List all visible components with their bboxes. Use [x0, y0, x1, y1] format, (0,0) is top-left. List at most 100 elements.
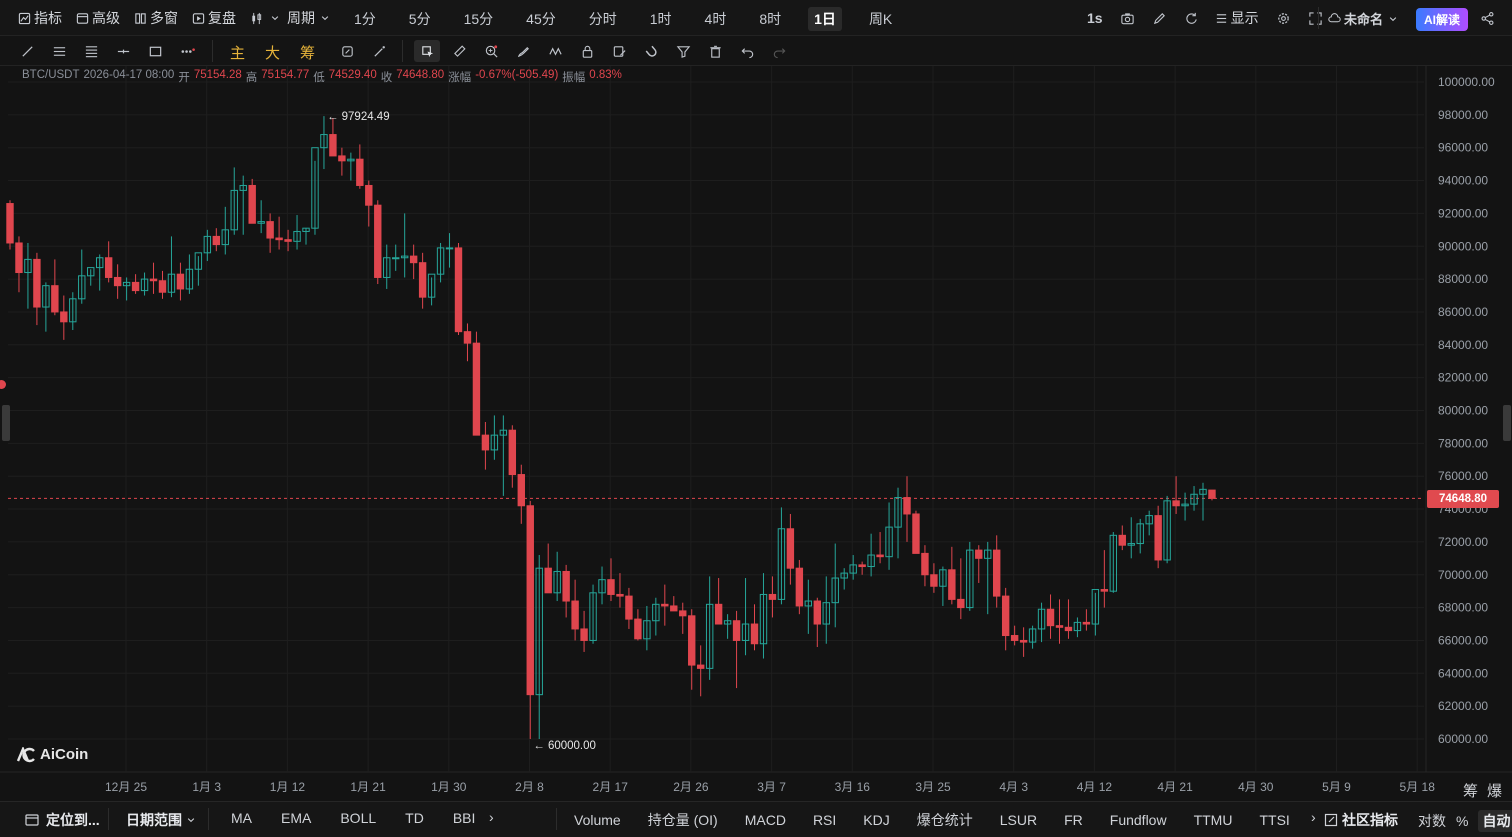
pattern-icon[interactable]: [542, 40, 568, 62]
horizontal-line-icon[interactable]: [110, 40, 136, 62]
candle-body: [993, 549, 1001, 597]
fullscreen-icon[interactable]: [1303, 7, 1329, 29]
period-option[interactable]: 15分: [458, 7, 500, 31]
main-indicator-toggle[interactable]: 主: [230, 42, 245, 63]
candlestick-chart[interactable]: 60000.00 62000.00 64000.00 66000.00 68000.00…: [0, 66, 1512, 801]
candle-body: [248, 184, 256, 224]
candle-body: [714, 603, 723, 625]
indicator-tab[interactable]: BOLL: [340, 810, 376, 826]
parallel-lines-icon[interactable]: [46, 40, 72, 62]
candle-body: [1118, 534, 1126, 546]
indicator-tab[interactable]: TD: [405, 810, 424, 826]
candle-body: [930, 574, 938, 587]
date-range-dropdown[interactable]: 日期范围: [126, 810, 182, 830]
fib-lines-icon[interactable]: [78, 40, 104, 62]
x-tick-label: 2月 8: [515, 780, 544, 794]
magnet-icon[interactable]: [638, 40, 664, 62]
display-button[interactable]: 显示: [1215, 8, 1259, 28]
period-option[interactable]: 1分: [348, 7, 382, 31]
period-option[interactable]: 周K: [863, 7, 898, 31]
advanced-button[interactable]: 高级: [76, 8, 120, 28]
liquidation-side-label[interactable]: 爆: [1487, 780, 1502, 801]
chip-side-label[interactable]: 筹: [1463, 780, 1478, 801]
magic-tool-icon[interactable]: [366, 40, 392, 62]
multiwindow-button[interactable]: 多窗: [134, 8, 178, 28]
more-tools-icon[interactable]: [174, 40, 200, 62]
auto-scale-toggle[interactable]: 自动: [1478, 810, 1512, 832]
rectangle-icon[interactable]: [142, 40, 168, 62]
candle-body: [732, 620, 741, 641]
settings-gear-icon[interactable]: [1271, 7, 1297, 29]
period-dropdown[interactable]: 周期: [287, 8, 330, 28]
layout-name: 未命名: [1344, 12, 1384, 27]
share-icon[interactable]: [1474, 7, 1500, 29]
period-option[interactable]: 4时: [699, 7, 733, 31]
candle-body: [1010, 635, 1019, 641]
indicator-tab[interactable]: MACD: [745, 812, 786, 828]
indicators-button[interactable]: 指标: [18, 8, 62, 28]
period-option[interactable]: 1日: [808, 7, 842, 31]
right-indicator-list: Volume 持仓量 (OI) MACD RSI KDJ 爆仓统计 LSUR FR Fundfl…: [574, 810, 1317, 830]
layout-name-dropdown[interactable]: 未命名: [1328, 9, 1398, 28]
x-tick-label: 4月 12: [1077, 780, 1113, 794]
y-tick-label: 78000.00: [1438, 436, 1488, 450]
indicator-tab[interactable]: TTMU: [1194, 812, 1233, 828]
indicator-tab[interactable]: 持仓量 (OI): [648, 810, 718, 830]
indicator-tab[interactable]: TTSI: [1259, 812, 1289, 828]
percent-scale-toggle[interactable]: %: [1456, 813, 1468, 829]
lock-icon[interactable]: [574, 40, 600, 62]
period-option[interactable]: 分时: [583, 7, 623, 31]
brush-icon[interactable]: [510, 40, 536, 62]
period-option[interactable]: 45分: [520, 7, 562, 31]
sync-icon[interactable]: [334, 40, 360, 62]
indicator-tab[interactable]: RSI: [813, 812, 836, 828]
indicator-tab[interactable]: KDJ: [863, 812, 889, 828]
indicator-tab[interactable]: EMA: [281, 810, 311, 826]
candle-body: [1064, 626, 1073, 632]
undo-icon[interactable]: [734, 40, 760, 62]
y-tick-label: 68000.00: [1438, 601, 1488, 615]
note-edit-icon[interactable]: [606, 40, 632, 62]
trend-line-icon[interactable]: [14, 40, 40, 62]
pencil-icon[interactable]: [1147, 7, 1173, 29]
scroll-right-icon[interactable]: ›: [489, 809, 494, 825]
redo-icon[interactable]: [766, 40, 792, 62]
filter-icon[interactable]: [670, 40, 696, 62]
chart-type-button[interactable]: [250, 12, 280, 25]
right-panel-handle[interactable]: [1503, 405, 1511, 441]
open-value: 75154.28: [193, 69, 242, 81]
indicator-tab[interactable]: 爆仓统计: [917, 810, 973, 830]
scroll-right-icon[interactable]: ›: [1311, 809, 1316, 825]
zoom-in-icon[interactable]: [478, 40, 504, 62]
y-tick-label: 70000.00: [1438, 568, 1488, 582]
period-option[interactable]: 5分: [403, 7, 437, 31]
indicator-tab[interactable]: FR: [1064, 812, 1083, 828]
log-scale-toggle[interactable]: 对数: [1418, 811, 1446, 831]
big-order-toggle[interactable]: 大: [265, 42, 280, 63]
y-tick-label: 94000.00: [1438, 174, 1488, 188]
x-tick-label: 1月 12: [270, 780, 306, 794]
indicator-tab[interactable]: Fundflow: [1110, 812, 1167, 828]
indicator-tab[interactable]: BBI: [453, 810, 476, 826]
x-tick-label: 1月 21: [350, 780, 386, 794]
locate-button[interactable]: 定位到...: [46, 810, 100, 830]
community-indicators-button[interactable]: 社区指标: [1342, 810, 1398, 830]
indicator-tab[interactable]: MA: [231, 810, 252, 826]
indicator-tab[interactable]: Volume: [574, 812, 621, 828]
replay-button[interactable]: 复盘: [192, 8, 236, 28]
candle-body: [1019, 639, 1028, 643]
period-list: 1分 5分 15分 45分 分时 1时 4时 8时 1日 周K: [348, 7, 898, 31]
candle-body: [1154, 515, 1162, 561]
trash-icon[interactable]: [702, 40, 728, 62]
chip-distribution-toggle[interactable]: 筹: [300, 42, 315, 63]
refresh-icon[interactable]: [1179, 7, 1205, 29]
period-option[interactable]: 1时: [644, 7, 678, 31]
ai-analysis-button[interactable]: AI解读: [1416, 8, 1469, 31]
camera-icon[interactable]: [1115, 7, 1141, 29]
ruler-icon[interactable]: [446, 40, 472, 62]
interval-button[interactable]: 1s: [1081, 8, 1109, 28]
cursor-icon[interactable]: [414, 40, 440, 62]
period-option[interactable]: 8时: [753, 7, 787, 31]
indicator-tab[interactable]: LSUR: [1000, 812, 1037, 828]
left-panel-handle[interactable]: [2, 405, 10, 441]
